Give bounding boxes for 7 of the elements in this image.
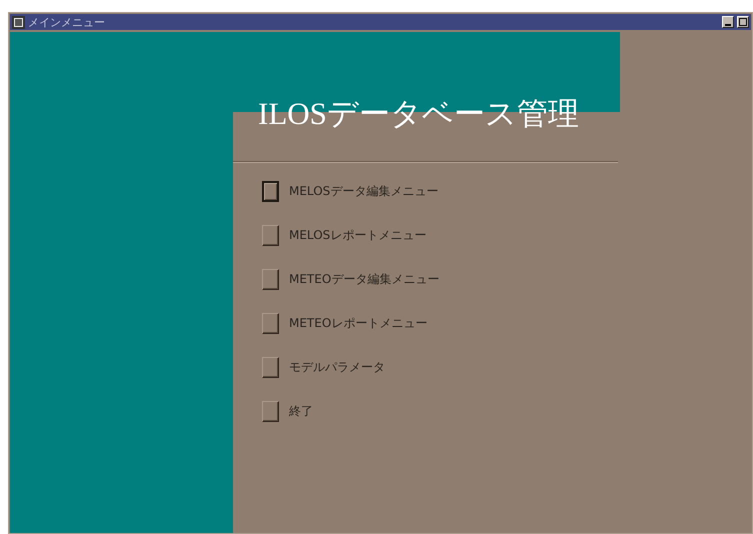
menu-label: モデルパラメータ — [289, 358, 385, 376]
menu-label: METEOレポートメニュー — [289, 314, 428, 332]
menu-label: MELOSレポートメニュー — [289, 226, 426, 244]
menu-label: METEOデータ編集メニュー — [289, 270, 440, 288]
menu-label: MELOSデータ編集メニュー — [289, 182, 438, 200]
window-title: メインメニュー — [28, 14, 106, 30]
menu-label: 終了 — [289, 402, 313, 420]
